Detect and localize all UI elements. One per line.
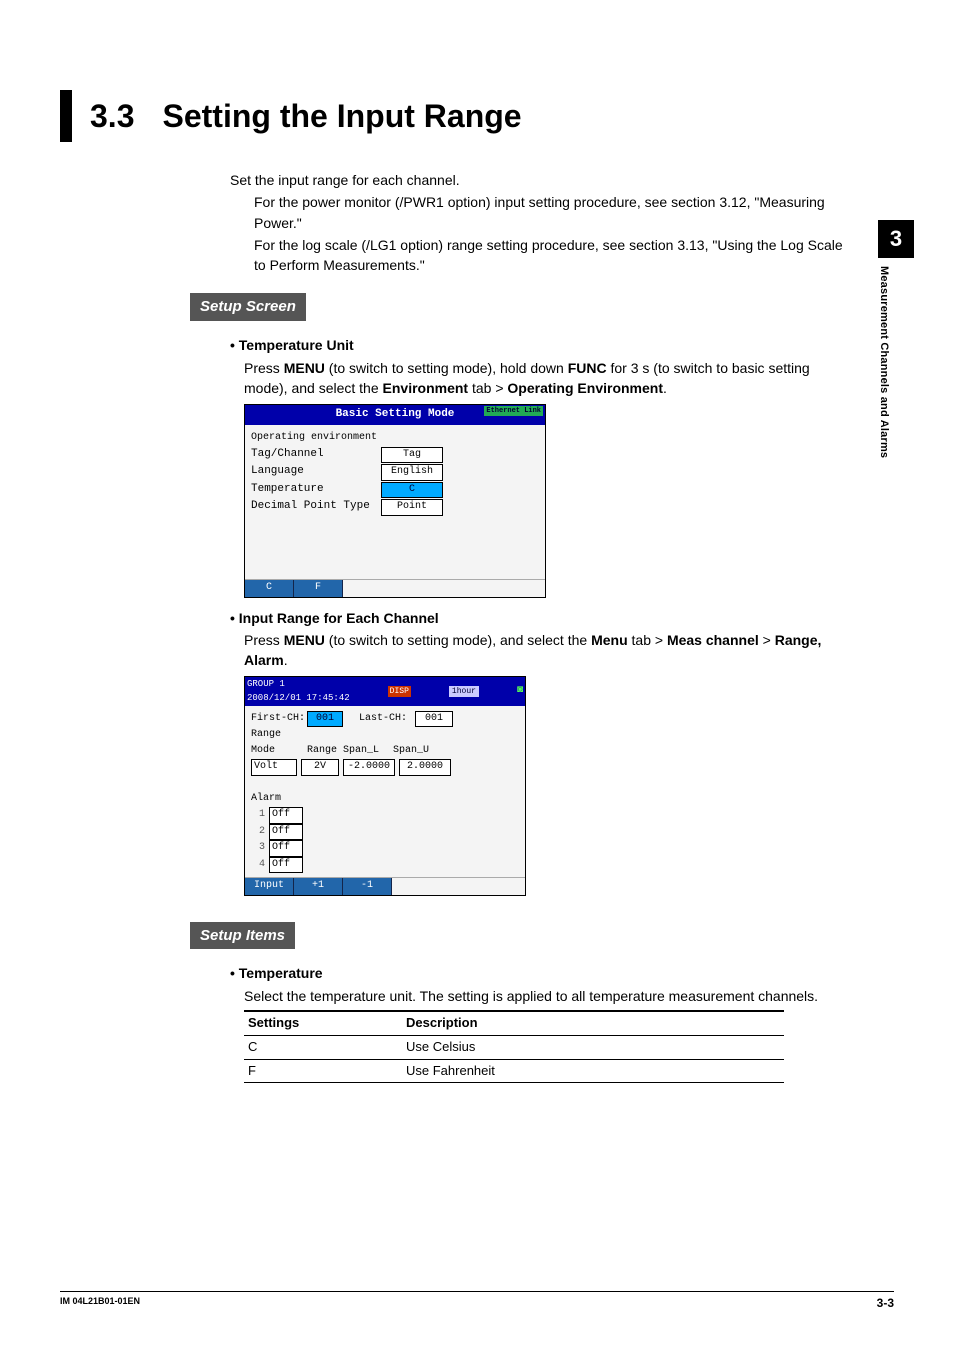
chapter-number: 3 xyxy=(878,220,914,258)
temperature-settings-table: Settings Description C Use Celsius F Use… xyxy=(244,1010,784,1084)
side-tab: 3 Measurement Channels and Alarms xyxy=(878,220,914,458)
hour-badge: 1hour xyxy=(449,686,479,698)
input-range-heading: Input Range for Each Channel xyxy=(230,608,854,628)
section-title: 3.3 Setting the Input Range xyxy=(60,90,894,142)
record-icon: ◙ xyxy=(517,684,523,699)
disp-badge: DISP xyxy=(388,686,411,698)
setup-screen-label: Setup Screen xyxy=(190,293,306,321)
temp-unit-heading: Temperature Unit xyxy=(230,335,854,355)
temperature-heading: Temperature xyxy=(230,963,854,983)
screen2-foot-plus1: +1 xyxy=(294,878,343,895)
page-number: 3-3 xyxy=(877,1296,894,1310)
table-header-description: Description xyxy=(402,1011,784,1035)
page-footer: IM 04L21B01-01EN 3-3 xyxy=(60,1291,894,1310)
ethernet-badge: Ethernet Link xyxy=(484,406,543,416)
section-number: 3.3 xyxy=(90,90,134,142)
screen1-foot-c: C xyxy=(245,580,294,597)
table-row: F Use Fahrenheit xyxy=(244,1059,784,1083)
title-bar xyxy=(60,90,72,142)
temperature-paragraph: Select the temperature unit. The setting… xyxy=(244,986,854,1006)
screen1-subhead: Operating environment xyxy=(251,431,539,446)
lead-text: Set the input range for each channel. xyxy=(230,170,854,190)
screen1-foot-f: F xyxy=(294,580,343,597)
input-range-paragraph: Press MENU (to switch to setting mode), … xyxy=(244,630,854,671)
device-screen-range-alarm: GROUP 12008/12/01 17:45:42 DISP 1hour ◙ … xyxy=(244,676,526,895)
device-screen-basic-setting: Basic Setting Mode Ethernet Link Operati… xyxy=(244,404,546,597)
note-2: For the log scale (/LG1 option) range se… xyxy=(254,235,854,276)
screen2-foot-minus1: -1 xyxy=(343,878,392,895)
screen2-foot-input: Input xyxy=(245,878,294,895)
running-head: Measurement Channels and Alarms xyxy=(878,258,890,458)
doc-code: IM 04L21B01-01EN xyxy=(60,1296,140,1310)
temp-unit-paragraph: Press MENU (to switch to setting mode), … xyxy=(244,358,854,399)
note-1: For the power monitor (/PWR1 option) inp… xyxy=(254,192,854,233)
screen1-title: Basic Setting Mode xyxy=(336,407,455,423)
table-row: C Use Celsius xyxy=(244,1035,784,1059)
table-header-settings: Settings xyxy=(244,1011,402,1035)
section-heading: Setting the Input Range xyxy=(162,90,521,142)
setup-items-label: Setup Items xyxy=(190,922,295,950)
